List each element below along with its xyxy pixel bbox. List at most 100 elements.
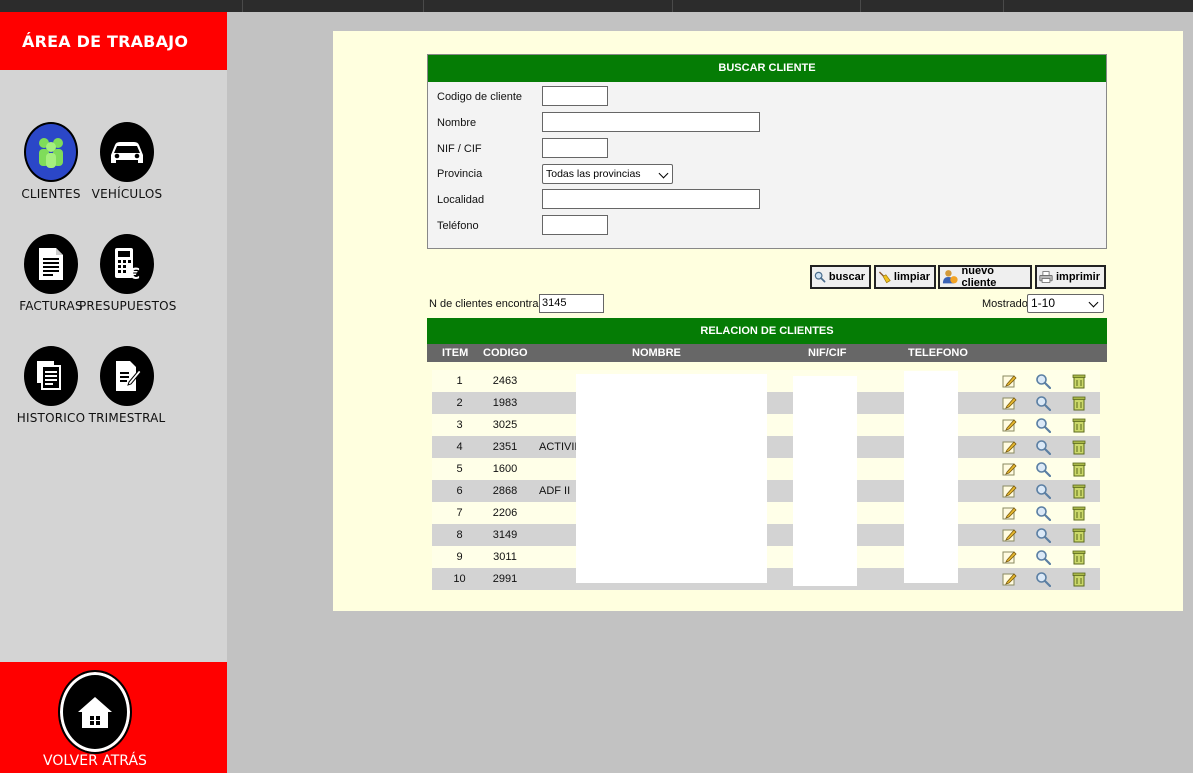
row-codigo: 3025 bbox=[492, 419, 518, 431]
localidad-input[interactable] bbox=[542, 189, 760, 209]
nif-input[interactable] bbox=[542, 138, 608, 158]
view-icon[interactable] bbox=[1035, 571, 1052, 588]
home-back-button[interactable] bbox=[58, 670, 132, 754]
provincia-select[interactable]: Todas las provincias bbox=[542, 164, 673, 184]
sidebar-item-label: PRESUPUESTOS bbox=[79, 299, 177, 313]
print-button-label: imprimir bbox=[1055, 271, 1100, 283]
row-codigo: 2868 bbox=[492, 485, 518, 497]
row-codigo: 2991 bbox=[492, 573, 518, 585]
back-label[interactable]: VOLVER ATRÁS bbox=[0, 753, 190, 769]
delete-icon[interactable] bbox=[1071, 373, 1087, 389]
edit-icon[interactable] bbox=[1001, 549, 1017, 565]
delete-icon[interactable] bbox=[1071, 395, 1087, 411]
delete-icon[interactable] bbox=[1071, 527, 1087, 543]
view-icon[interactable] bbox=[1035, 417, 1052, 434]
view-icon[interactable] bbox=[1035, 439, 1052, 456]
sidebar-item-vehiculos[interactable]: VEHÍCULOS bbox=[79, 122, 175, 201]
codigo-label: Codigo de cliente bbox=[437, 91, 523, 103]
nombre-label: Nombre bbox=[437, 117, 477, 129]
delete-icon[interactable] bbox=[1071, 571, 1087, 587]
row-item: 3 bbox=[456, 419, 463, 431]
page-size-label: Mostrados bbox=[982, 298, 1034, 310]
column-nif: NIF/CIF bbox=[808, 347, 847, 359]
delete-icon[interactable] bbox=[1071, 439, 1087, 455]
content-panel: BUSCAR CLIENTE Codigo de cliente Nombre … bbox=[333, 31, 1183, 611]
svg-text:€: € bbox=[128, 264, 140, 282]
nombre-input[interactable] bbox=[542, 112, 760, 132]
redacted-block bbox=[576, 374, 767, 583]
telefono-input[interactable] bbox=[542, 215, 608, 235]
row-item: 4 bbox=[456, 441, 463, 453]
view-icon[interactable] bbox=[1035, 549, 1052, 566]
column-codigo: CODIGO bbox=[483, 347, 528, 359]
edit-icon[interactable] bbox=[1001, 505, 1017, 521]
clear-button[interactable]: limpiar bbox=[874, 265, 936, 289]
top-bar-divider bbox=[672, 0, 673, 12]
chevron-down-icon bbox=[658, 168, 669, 179]
search-form: BUSCAR CLIENTE Codigo de cliente Nombre … bbox=[427, 54, 1107, 249]
sidebar-item-label: TRIMESTRAL bbox=[88, 411, 166, 425]
top-bar-divider bbox=[423, 0, 424, 12]
car-icon bbox=[100, 122, 154, 182]
view-icon[interactable] bbox=[1035, 505, 1052, 522]
delete-icon[interactable] bbox=[1071, 549, 1087, 565]
calculator-euro-icon: € bbox=[100, 234, 154, 294]
sidebar-item-trimestral[interactable]: TRIMESTRAL bbox=[79, 346, 175, 425]
row-item: 5 bbox=[456, 463, 463, 475]
row-codigo: 3149 bbox=[492, 529, 518, 541]
row-item: 1 bbox=[456, 375, 463, 387]
page-size-select[interactable]: 1-10 bbox=[1027, 294, 1104, 313]
magnifier-icon bbox=[814, 271, 826, 283]
row-item: 2 bbox=[456, 397, 463, 409]
sidebar-item-presupuestos[interactable]: € PRESUPUESTOS bbox=[79, 234, 177, 313]
edit-icon[interactable] bbox=[1001, 395, 1017, 411]
row-nombre: ADF II bbox=[539, 485, 571, 497]
edit-icon[interactable] bbox=[1001, 417, 1017, 433]
row-codigo: 2463 bbox=[492, 375, 518, 387]
row-item: 7 bbox=[456, 507, 463, 519]
delete-icon[interactable] bbox=[1071, 461, 1087, 477]
clients-icon bbox=[24, 122, 78, 182]
delete-icon[interactable] bbox=[1071, 505, 1087, 521]
edit-icon[interactable] bbox=[1001, 373, 1017, 389]
view-icon[interactable] bbox=[1035, 527, 1052, 544]
nif-label: NIF / CIF bbox=[437, 143, 482, 155]
view-icon[interactable] bbox=[1035, 483, 1052, 500]
sidebar-title: ÁREA DE TRABAJO bbox=[22, 32, 189, 51]
edit-icon[interactable] bbox=[1001, 461, 1017, 477]
row-item: 9 bbox=[456, 551, 463, 563]
new-client-button[interactable]: nuevo cliente bbox=[938, 265, 1032, 289]
row-codigo: 1983 bbox=[492, 397, 518, 409]
row-item: 6 bbox=[456, 485, 463, 497]
results-title: RELACION DE CLIENTES bbox=[427, 318, 1107, 344]
history-icon bbox=[24, 346, 78, 406]
home-icon bbox=[78, 697, 112, 728]
results-column-header: ITEM CODIGO NOMBRE NIF/CIF TELEFONO bbox=[427, 344, 1107, 362]
search-form-title: BUSCAR CLIENTE bbox=[428, 55, 1106, 82]
sidebar-item-label: VEHÍCULOS bbox=[91, 187, 163, 201]
row-item: 8 bbox=[456, 529, 463, 541]
edit-icon[interactable] bbox=[1001, 483, 1017, 499]
view-icon[interactable] bbox=[1035, 373, 1052, 390]
back-section: VOLVER ATRÁS bbox=[0, 662, 227, 773]
delete-icon[interactable] bbox=[1071, 483, 1087, 499]
edit-icon[interactable] bbox=[1001, 527, 1017, 543]
print-button[interactable]: imprimir bbox=[1035, 265, 1106, 289]
edit-icon[interactable] bbox=[1001, 439, 1017, 455]
top-bar bbox=[0, 0, 1193, 12]
row-codigo: 2351 bbox=[492, 441, 518, 453]
view-icon[interactable] bbox=[1035, 395, 1052, 412]
edit-icon[interactable] bbox=[1001, 571, 1017, 587]
search-button[interactable]: buscar bbox=[810, 265, 871, 289]
row-codigo: 2206 bbox=[492, 507, 518, 519]
column-item: ITEM bbox=[442, 347, 469, 359]
redacted-block bbox=[904, 371, 958, 583]
codigo-input[interactable] bbox=[542, 86, 608, 106]
delete-icon[interactable] bbox=[1071, 417, 1087, 433]
view-icon[interactable] bbox=[1035, 461, 1052, 478]
page-size-value: 1-10 bbox=[1031, 296, 1056, 310]
clear-button-label: limpiar bbox=[893, 271, 930, 283]
localidad-label: Localidad bbox=[437, 194, 485, 206]
top-bar-divider bbox=[242, 0, 243, 12]
printer-icon bbox=[1039, 271, 1053, 283]
